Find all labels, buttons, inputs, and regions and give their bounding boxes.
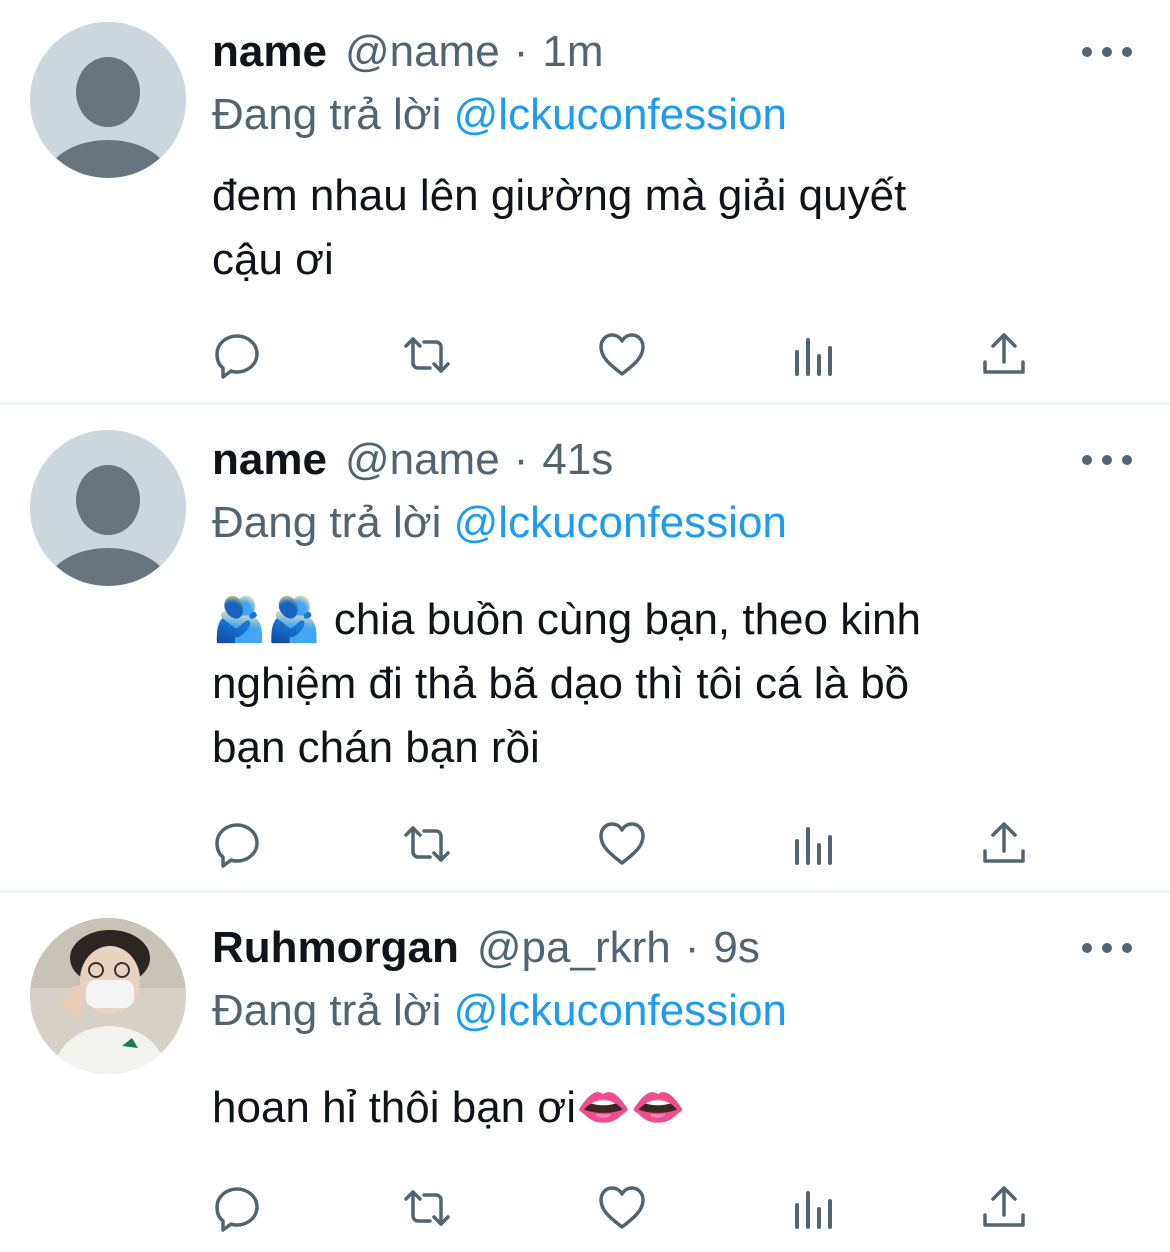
avatar[interactable] [30, 22, 186, 178]
tweet-header: Ruhmorgan @pa_rkrh · 9s [212, 918, 1170, 978]
default-avatar-icon [30, 22, 186, 178]
replying-to: Đang trả lời @lckuconfession [212, 493, 787, 553]
reply-icon[interactable] [212, 819, 262, 869]
analytics-icon[interactable] [789, 1183, 839, 1233]
action-bar [212, 1183, 1062, 1243]
share-icon[interactable] [979, 330, 1029, 380]
tweet[interactable]: Ruhmorgan @pa_rkrh · 9s Đang trả lời @lc… [0, 893, 1170, 1252]
more-options-icon[interactable] [1082, 450, 1132, 470]
like-icon[interactable] [597, 330, 647, 380]
timestamp[interactable]: 41s [542, 430, 613, 490]
more-options-icon[interactable] [1082, 938, 1132, 958]
default-avatar-icon [30, 430, 186, 586]
share-icon[interactable] [979, 819, 1029, 869]
analytics-icon[interactable] [789, 819, 839, 869]
user-handle[interactable]: @pa_rkrh [477, 918, 671, 978]
analytics-icon[interactable] [789, 330, 839, 380]
replying-to: Đang trả lời @lckuconfession [212, 85, 787, 145]
separator-dot: · [513, 435, 529, 484]
retweet-icon[interactable] [402, 1183, 452, 1233]
tweet-text-line: bạn chán bạn rồi [212, 723, 540, 772]
avatar[interactable] [30, 918, 186, 1074]
replying-to: Đang trả lời @lckuconfession [212, 981, 787, 1041]
tweet-text-line: nghiệm đi thả bã dạo thì tôi cá là bồ [212, 659, 910, 708]
tweet-text: hoan hỉ thôi bạn ơi👄👄 [212, 1076, 1112, 1140]
separator-dot: · [684, 923, 700, 972]
mention-link[interactable]: @lckuconfession [454, 986, 787, 1035]
timestamp[interactable]: 9s [713, 918, 759, 978]
tweet-header: name @name · 41s [212, 430, 1170, 490]
replying-to-label: Đang trả lời [212, 498, 442, 547]
tweet-text-line: hoan hỉ thôi bạn ơi👄👄 [212, 1082, 686, 1133]
tweet-text-line: đem nhau lên giường mà giải quyết [212, 171, 907, 220]
tweet-text: 🫂🫂 chia buồn cùng bạn, theo kinh nghiệm … [212, 588, 1112, 780]
tweet-text-line: cậu ơi [212, 235, 334, 284]
display-name[interactable]: name [212, 430, 327, 490]
display-name[interactable]: name [212, 22, 327, 82]
action-bar [212, 819, 1062, 879]
action-bar [212, 330, 1062, 390]
retweet-icon[interactable] [402, 330, 452, 380]
tweet-text: đem nhau lên giường mà giải quyết cậu ơi [212, 164, 1112, 292]
share-icon[interactable] [979, 1183, 1029, 1233]
tweet-text-line: 🫂🫂 chia buồn cùng bạn, theo kinh [212, 594, 921, 645]
replying-to-label: Đang trả lời [212, 90, 442, 139]
replying-to-label: Đang trả lời [212, 986, 442, 1035]
like-icon[interactable] [597, 1183, 647, 1233]
hug-emoji: 🫂🫂 [212, 594, 322, 645]
like-icon[interactable] [597, 819, 647, 869]
user-handle[interactable]: @name [345, 22, 500, 82]
retweet-icon[interactable] [402, 819, 452, 869]
separator-dot: · [513, 27, 529, 76]
mention-link[interactable]: @lckuconfession [454, 498, 787, 547]
reply-icon[interactable] [212, 1183, 262, 1233]
more-options-icon[interactable] [1082, 42, 1132, 62]
tweet[interactable]: name @name · 1m Đang trả lời @lckuconfes… [0, 0, 1170, 402]
reply-icon[interactable] [212, 330, 262, 380]
photo-avatar-masked-person [30, 918, 186, 1074]
tweet-header: name @name · 1m [212, 22, 1170, 82]
timestamp[interactable]: 1m [542, 22, 603, 82]
tweet[interactable]: name @name · 41s Đang trả lời @lckuconfe… [0, 405, 1170, 890]
display-name[interactable]: Ruhmorgan [212, 918, 459, 978]
lips-emoji: 👄👄 [576, 1082, 686, 1133]
user-handle[interactable]: @name [345, 430, 500, 490]
mention-link[interactable]: @lckuconfession [454, 90, 787, 139]
avatar[interactable] [30, 430, 186, 586]
